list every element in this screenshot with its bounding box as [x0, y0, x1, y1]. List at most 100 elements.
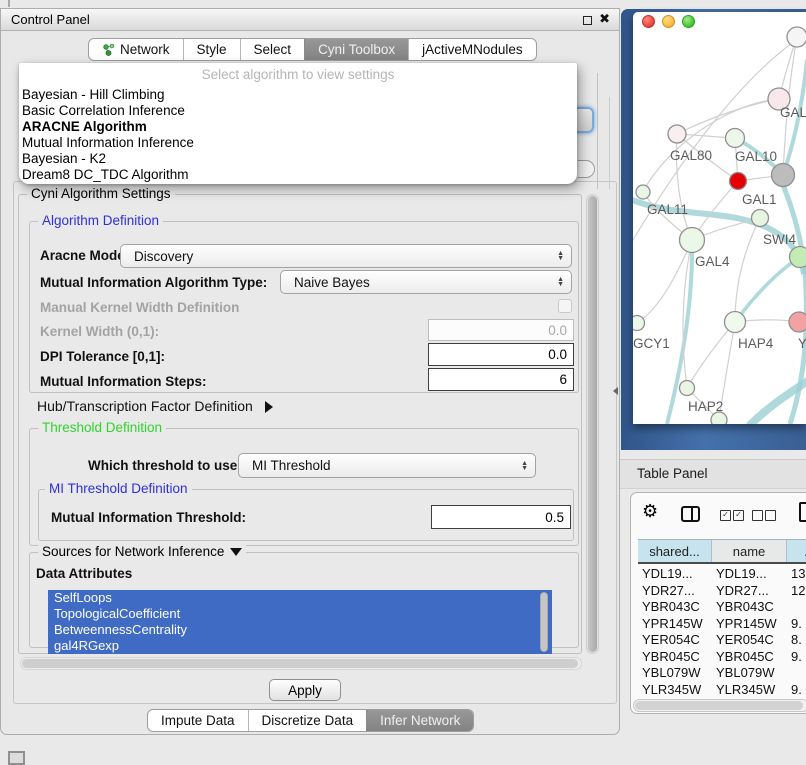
scrollbar-thumb[interactable]	[588, 196, 597, 652]
scrollbar-thumb[interactable]	[22, 659, 578, 668]
column-header-shared[interactable]: shared...	[638, 540, 712, 562]
node-gcy1[interactable]	[633, 316, 645, 331]
zoom-traffic-light-icon[interactable]	[682, 15, 695, 28]
node-gal4[interactable]	[680, 228, 705, 253]
node-green-right[interactable]	[790, 247, 806, 268]
column-header-a[interactable]: A	[787, 540, 806, 562]
data-attributes-list[interactable]: SelfLoopsTopologicalCoefficientBetweenne…	[48, 590, 552, 654]
node-gal10[interactable]	[726, 129, 745, 148]
control-panel-tabs: NetworkStyleSelectCyni ToolboxjActiveMNo…	[88, 38, 537, 61]
which-threshold-combobox[interactable]: MI Threshold ▲▼	[238, 453, 536, 478]
dpi-tolerance-field[interactable]: 0.0	[428, 343, 574, 366]
close-traffic-light-icon[interactable]	[642, 15, 655, 28]
hub-definition-expander[interactable]: Hub/Transcription Factor Definition	[37, 398, 273, 416]
minimize-traffic-light-icon[interactable]	[662, 15, 675, 28]
attribute-item-betweennesscentrality[interactable]: BetweennessCentrality	[48, 622, 552, 638]
algorithm-option-bayesian-hill-climbing[interactable]: Bayesian - Hill Climbing	[19, 87, 577, 103]
table-cell: YBL079W	[638, 665, 712, 682]
table-panel-header: Table Panel	[620, 459, 806, 489]
expander-collapsed-icon	[265, 401, 273, 413]
algorithm-combo-fragment[interactable]	[576, 107, 594, 133]
table-row[interactable]: YBR043CYBR043C	[638, 599, 806, 616]
node-salmon[interactable]	[789, 312, 806, 332]
table-row[interactable]: YDR27...YDR27...12	[638, 583, 806, 600]
table-cell: 13	[787, 566, 806, 583]
node-red[interactable]	[730, 173, 747, 190]
tab-infer-network[interactable]: Infer Network	[366, 710, 473, 731]
algorithm-option-basic-correlation-inference[interactable]: Basic Correlation Inference	[19, 103, 577, 119]
deselect-all-checkbox-icon[interactable]	[765, 510, 776, 521]
stepper-arrows-icon: ▲▼	[557, 277, 564, 287]
node-hap4[interactable]	[725, 312, 746, 333]
gear-icon[interactable]: ⚙	[642, 502, 658, 520]
algorithm-option-bayesian-k2[interactable]: Bayesian - K2	[19, 151, 577, 167]
panel-splitter-arrow-icon[interactable]	[613, 387, 618, 395]
node-gal1[interactable]	[752, 210, 769, 227]
minimized-panel-icon[interactable]	[8, 751, 25, 765]
scrollbar-thumb[interactable]	[635, 701, 803, 710]
select-all-checkbox-icon[interactable]: ✓	[720, 510, 731, 521]
table-cell: 8.	[787, 632, 806, 649]
mi-threshold-field[interactable]: 0.5	[431, 505, 571, 529]
network-view-window[interactable]: GALGAL80GAL10GAL11GAL1SWI4GAL4GCY1HAP4YH…	[633, 12, 806, 424]
table-cell	[787, 599, 806, 616]
aracne-mode-value: Discovery	[134, 249, 193, 264]
network-edge[interactable]	[633, 34, 805, 257]
table-cell: YDR27...	[712, 583, 787, 600]
tab-cyni-toolbox[interactable]: Cyni Toolbox	[304, 39, 408, 60]
aracne-mode-combobox[interactable]: Discovery ▲▼	[120, 244, 572, 268]
cyni-algorithm-settings-title: Cyni Algorithm Settings	[27, 186, 175, 201]
table-row[interactable]: YLR345WYLR345W9.	[638, 682, 806, 699]
table-horizontal-scrollbar[interactable]	[633, 699, 806, 712]
node-gal80[interactable]	[668, 125, 686, 143]
tab-discretize-data[interactable]: Discretize Data	[248, 710, 367, 731]
node-gray[interactable]	[772, 164, 795, 187]
mi-steps-field[interactable]: 6	[428, 368, 574, 391]
close-icon[interactable]: ✖	[599, 11, 610, 27]
table-row[interactable]: YER054CYER054C8.	[638, 632, 806, 649]
tab-select[interactable]: Select	[240, 39, 305, 60]
attribute-item-topologicalcoefficient[interactable]: TopologicalCoefficient	[48, 606, 552, 622]
tab-style[interactable]: Style	[183, 39, 240, 60]
attribute-item-selfloops[interactable]: SelfLoops	[48, 590, 552, 606]
network-canvas[interactable]: GALGAL80GAL10GAL11GAL1SWI4GAL4GCY1HAP4YH…	[633, 12, 806, 424]
table-cell: YPR145W	[712, 616, 787, 633]
settings-vertical-scrollbar[interactable]	[586, 194, 599, 654]
table-mode-icon[interactable]	[799, 502, 806, 522]
settings-horizontal-scrollbar[interactable]	[20, 657, 582, 670]
node-small-left[interactable]	[636, 185, 650, 199]
table-row[interactable]: YDL19...YDL19...13	[638, 566, 806, 583]
apply-button[interactable]: Apply	[269, 679, 341, 701]
table-cell: 9.	[787, 682, 806, 699]
network-edge[interactable]	[687, 322, 735, 388]
network-edge-thick[interactable]	[735, 257, 800, 322]
node-hap2[interactable]	[680, 381, 695, 396]
table-row[interactable]: YPR145WYPR145W9.	[638, 616, 806, 633]
table-row[interactable]: YBL079WYBL079W	[638, 665, 806, 682]
table-panel-title: Table Panel	[637, 466, 708, 481]
float-window-icon[interactable]	[583, 16, 592, 25]
mi-algorithm-type-combobox[interactable]: Naive Bayes ▲▼	[280, 270, 572, 294]
select-all-checkbox-icon[interactable]: ✓	[733, 510, 744, 521]
node-topright[interactable]	[787, 27, 806, 47]
column-header-name[interactable]: name	[712, 540, 787, 562]
table-cell: YBR045C	[712, 649, 787, 666]
tab-network[interactable]: Network	[89, 39, 183, 60]
algorithm-option-aracne-algorithm[interactable]: ARACNE Algorithm	[19, 119, 577, 135]
deselect-all-checkbox-icon[interactable]	[752, 510, 763, 521]
tab-impute-data[interactable]: Impute Data	[148, 710, 248, 731]
attribute-item-gal4rgexp[interactable]: gal4RGexp	[48, 638, 552, 654]
algorithm-dropdown-popup: Select algorithm to view settings Bayesi…	[19, 63, 577, 184]
column-layout-icon[interactable]	[681, 506, 700, 522]
table-row[interactable]: YBR045CYBR045C9.	[638, 649, 806, 666]
mi-threshold-definition-title: MI Threshold Definition	[45, 481, 192, 496]
column-layout-icon-divider	[691, 508, 693, 520]
algorithm-option-dream8-dc-tdc-algorithm[interactable]: Dream8 DC_TDC Algorithm	[19, 167, 577, 183]
tab-jactivemnodules[interactable]: jActiveMNodules	[408, 39, 536, 60]
aracne-mode-label: Aracne Mode:	[40, 248, 129, 263]
table-body: YDL19...YDL19...13YDR27...YDR27...12YBR0…	[638, 566, 806, 714]
sources-title-text: Sources for Network Inference	[42, 544, 224, 559]
attributes-list-scrollbar[interactable]	[540, 592, 548, 652]
mi-steps-value: 6	[559, 372, 567, 387]
algorithm-option-mutual-information-inference[interactable]: Mutual Information Inference	[19, 135, 577, 151]
